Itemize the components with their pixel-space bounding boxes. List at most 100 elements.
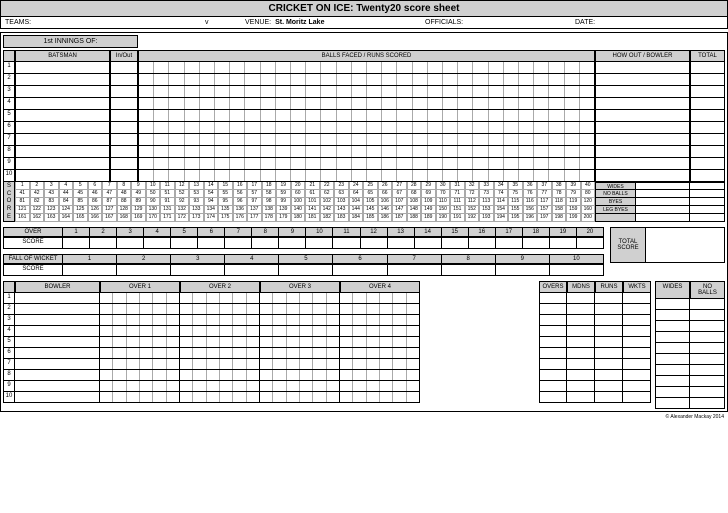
fow-score[interactable] xyxy=(442,264,496,276)
batsman-name[interactable] xyxy=(15,98,110,110)
how-out[interactable] xyxy=(595,170,690,182)
over-score[interactable] xyxy=(306,237,333,249)
fow-score[interactable] xyxy=(225,264,279,276)
balls-faced[interactable] xyxy=(138,146,595,158)
batsman-name[interactable] xyxy=(15,158,110,170)
extras-total[interactable] xyxy=(689,206,724,213)
how-out[interactable] xyxy=(595,146,690,158)
batsman-total[interactable] xyxy=(690,158,725,170)
bowler-name[interactable] xyxy=(15,370,100,381)
batsman-name[interactable] xyxy=(15,62,110,74)
batsman-total[interactable] xyxy=(690,134,725,146)
batsman-total[interactable] xyxy=(690,110,725,122)
bowler-name[interactable] xyxy=(15,315,100,326)
over-score[interactable] xyxy=(442,237,469,249)
how-out[interactable] xyxy=(595,86,690,98)
balls-faced[interactable] xyxy=(138,134,595,146)
over-score[interactable] xyxy=(496,237,523,249)
extras-value[interactable] xyxy=(636,190,689,197)
how-out[interactable] xyxy=(595,62,690,74)
over-score[interactable] xyxy=(90,237,117,249)
batsman-inout[interactable] xyxy=(110,134,138,146)
batsman-total[interactable] xyxy=(690,122,725,134)
batsman-total[interactable] xyxy=(690,86,725,98)
how-out[interactable] xyxy=(595,110,690,122)
batsman-total[interactable] xyxy=(690,74,725,86)
batsman-name[interactable] xyxy=(15,146,110,158)
extras-value[interactable] xyxy=(636,183,689,189)
over-score[interactable] xyxy=(523,237,550,249)
over-score[interactable] xyxy=(252,237,279,249)
batsman-inout[interactable] xyxy=(110,158,138,170)
fow-score[interactable] xyxy=(279,264,333,276)
extras-total[interactable] xyxy=(689,190,724,197)
fow-score[interactable] xyxy=(388,264,442,276)
bowler-name[interactable] xyxy=(15,392,100,403)
how-out[interactable] xyxy=(595,74,690,86)
over-score[interactable] xyxy=(333,237,360,249)
batsman-inout[interactable] xyxy=(110,170,138,182)
balls-faced[interactable] xyxy=(138,74,595,86)
bowler-name[interactable] xyxy=(15,381,100,392)
extras-value[interactable] xyxy=(636,206,689,213)
how-out[interactable] xyxy=(595,158,690,170)
how-out[interactable] xyxy=(595,134,690,146)
fow-score[interactable] xyxy=(496,264,550,276)
fow-score[interactable] xyxy=(63,264,117,276)
over-score[interactable] xyxy=(550,237,577,249)
bowler-name[interactable] xyxy=(15,359,100,370)
batsman-inout[interactable] xyxy=(110,74,138,86)
bowler-name[interactable] xyxy=(15,293,100,304)
over-score[interactable] xyxy=(577,237,604,249)
batsman-name[interactable] xyxy=(15,86,110,98)
batsman-total[interactable] xyxy=(690,146,725,158)
over-score[interactable] xyxy=(388,237,415,249)
batsman-name[interactable] xyxy=(15,74,110,86)
batsman-inout[interactable] xyxy=(110,62,138,74)
over-score[interactable] xyxy=(63,237,90,249)
bowler-name[interactable] xyxy=(15,304,100,315)
over-score[interactable] xyxy=(117,237,144,249)
bowler-name[interactable] xyxy=(15,326,100,337)
balls-faced[interactable] xyxy=(138,170,595,182)
balls-faced[interactable] xyxy=(138,122,595,134)
batsman-inout[interactable] xyxy=(110,98,138,110)
balls-faced[interactable] xyxy=(138,86,595,98)
extras-value[interactable] xyxy=(636,198,689,205)
balls-faced[interactable] xyxy=(138,98,595,110)
extras-total[interactable] xyxy=(689,183,724,189)
over-score[interactable] xyxy=(415,237,442,249)
over-score[interactable] xyxy=(225,237,252,249)
batsman-inout[interactable] xyxy=(110,110,138,122)
batsman-total[interactable] xyxy=(690,98,725,110)
batsman-name[interactable] xyxy=(15,122,110,134)
balls-faced[interactable] xyxy=(138,62,595,74)
header-howout: HOW OUT / BOWLER xyxy=(595,50,690,62)
balls-faced[interactable] xyxy=(138,110,595,122)
batsman-name[interactable] xyxy=(15,134,110,146)
over-score[interactable] xyxy=(198,237,225,249)
over-score[interactable] xyxy=(144,237,171,249)
batsman-name[interactable] xyxy=(15,170,110,182)
batsman-inout[interactable] xyxy=(110,146,138,158)
bowler-name[interactable] xyxy=(15,348,100,359)
how-out[interactable] xyxy=(595,122,690,134)
over-score[interactable] xyxy=(361,237,388,249)
fow-score[interactable] xyxy=(117,264,171,276)
bowler-name[interactable] xyxy=(15,337,100,348)
total-score-value[interactable] xyxy=(646,228,724,262)
balls-faced[interactable] xyxy=(138,158,595,170)
fow-score[interactable] xyxy=(171,264,225,276)
batsman-total[interactable] xyxy=(690,170,725,182)
fow-score[interactable] xyxy=(333,264,387,276)
over-score[interactable] xyxy=(279,237,306,249)
batsman-total[interactable] xyxy=(690,62,725,74)
over-score[interactable] xyxy=(171,237,198,249)
batsman-inout[interactable] xyxy=(110,86,138,98)
extras-total[interactable] xyxy=(689,198,724,205)
batsman-inout[interactable] xyxy=(110,122,138,134)
batsman-name[interactable] xyxy=(15,110,110,122)
fow-score[interactable] xyxy=(550,264,604,276)
over-score[interactable] xyxy=(469,237,496,249)
how-out[interactable] xyxy=(595,98,690,110)
